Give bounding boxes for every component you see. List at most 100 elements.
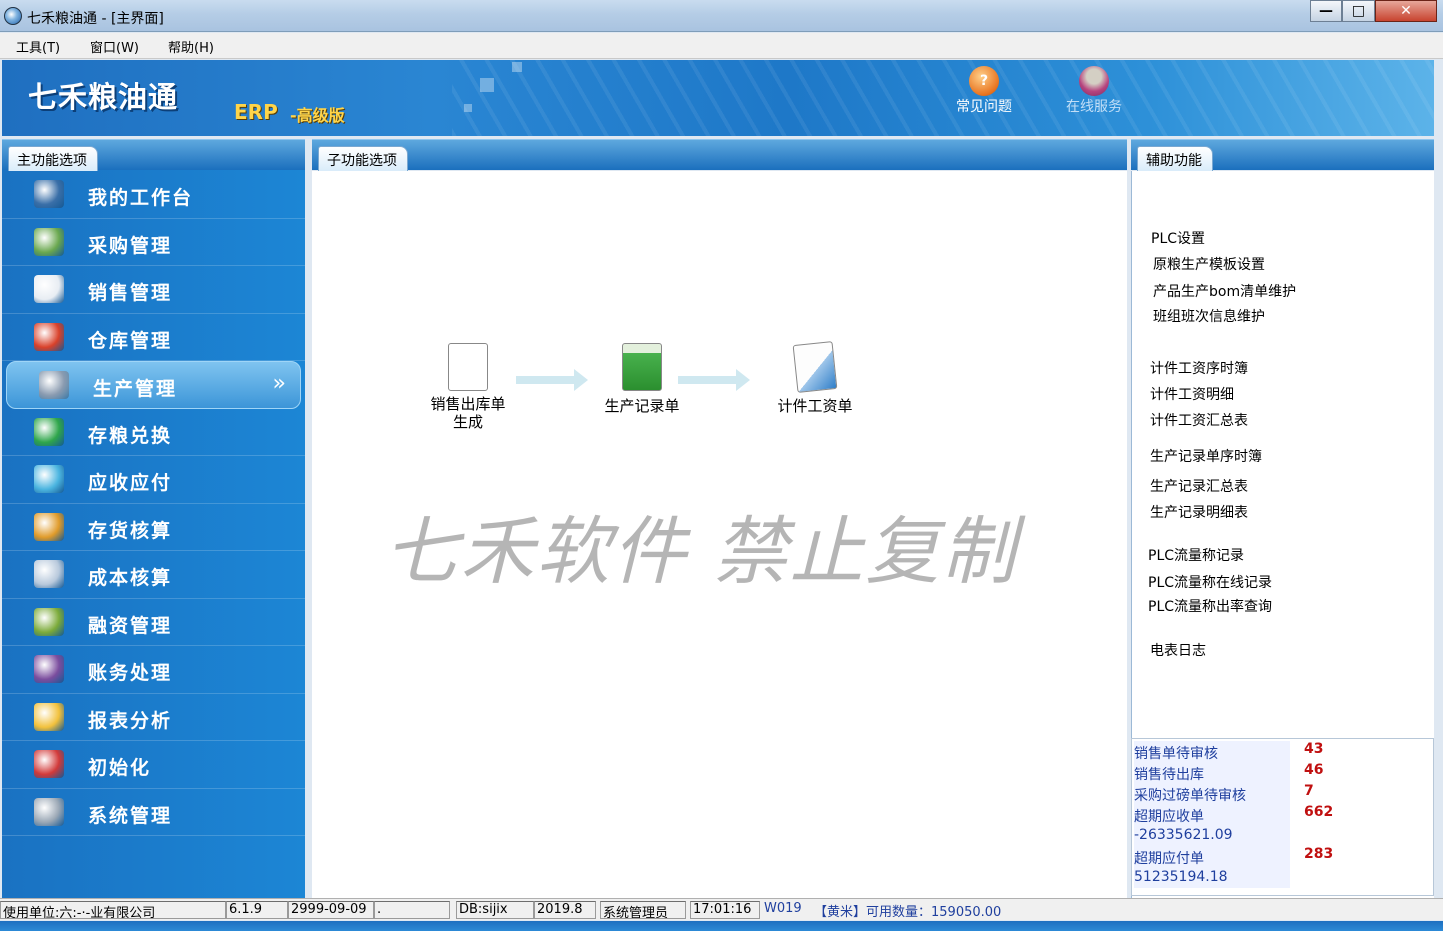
- house-icon: [34, 322, 64, 351]
- stat-label: 51235194.18: [1134, 867, 1290, 888]
- flow-arrow-icon: [678, 369, 750, 391]
- nav-item[interactable]: 账务处理: [2, 646, 305, 694]
- online-service-button[interactable]: 在线服务: [1056, 66, 1132, 116]
- flow-node-sales-outbound[interactable]: 销售出库单 生成: [422, 343, 514, 431]
- green-sheet-icon: [622, 343, 662, 391]
- aux-link[interactable]: PLC流量称记录: [1148, 545, 1244, 565]
- nav-item-label: 存货核算: [88, 519, 173, 542]
- menu-tools[interactable]: 工具(T): [14, 36, 62, 57]
- pending-stats-panel: 销售单待审核 43 销售待出库 46 采购过磅单待审核 7 超期应收单 662 -2633562…: [1131, 738, 1434, 896]
- nav-item[interactable]: 销售管理: [2, 266, 305, 314]
- nav-item-label: 账务处理: [88, 662, 173, 684]
- aux-link[interactable]: 生产记录汇总表: [1150, 476, 1248, 496]
- stat-label: 销售单待审核: [1134, 741, 1290, 762]
- sub-function-tab[interactable]: 子功能选项: [318, 146, 408, 171]
- main-function-header: 主功能选项: [2, 139, 305, 171]
- nav-item[interactable]: 报表分析: [2, 694, 305, 741]
- flow-node-piece-wage[interactable]: 计件工资单: [772, 341, 858, 416]
- banner-decoration: [452, 60, 1434, 136]
- flask-icon: [34, 465, 64, 493]
- status-date: 2999-09-09: [288, 901, 374, 919]
- status-db-version: 2019.8: [534, 901, 596, 919]
- product-logo: 七禾粮油通: [28, 80, 179, 114]
- exchange-arrows-icon: [34, 417, 64, 446]
- nav-item-label: 我的工作台: [88, 187, 194, 209]
- nav-item-label: 初始化: [88, 757, 152, 779]
- status-database: DB:sijix: [456, 901, 534, 919]
- status-unit: 使用单位:六:-·-业有限公司: [0, 901, 226, 919]
- nav-item-label: 销售管理: [88, 282, 173, 304]
- nav-item-label: 融资管理: [88, 614, 173, 637]
- window-title: 七禾粮油通 - [主界面]: [27, 11, 164, 27]
- aux-link[interactable]: PLC流量称出率查询: [1148, 596, 1272, 616]
- status-code: W019: [764, 901, 802, 916]
- nav-item[interactable]: 存货核算: [2, 504, 305, 551]
- aux-link[interactable]: PLC流量称在线记录: [1148, 572, 1272, 592]
- aux-link[interactable]: 计件工资汇总表: [1150, 410, 1248, 430]
- aux-link[interactable]: 计件工资序时簿: [1150, 358, 1248, 378]
- aux-link[interactable]: 生产记录明细表: [1150, 502, 1248, 522]
- flow-node-production-record[interactable]: 生产记录单: [597, 343, 687, 416]
- aux-link[interactable]: 生产记录单序时簿: [1150, 446, 1262, 466]
- aux-link[interactable]: 产品生产bom清单维护: [1153, 281, 1296, 301]
- aux-function-header: 辅助功能: [1131, 139, 1434, 171]
- nav-item[interactable]: 采购管理: [2, 219, 305, 266]
- nav-item-label: 系统管理: [88, 804, 173, 827]
- stat-value: 7: [1304, 783, 1314, 799]
- stat-label: 超期应付单: [1134, 846, 1290, 867]
- faq-label: 常见问题: [956, 99, 1012, 115]
- ledger-icon: [34, 655, 64, 683]
- aux-link[interactable]: 电表日志: [1150, 640, 1206, 660]
- nav-item[interactable]: 我的工作台: [2, 171, 305, 219]
- status-version: 6.1.9: [226, 901, 288, 919]
- tools-icon: [34, 797, 64, 826]
- aux-link[interactable]: PLC设置: [1151, 228, 1205, 248]
- close-button[interactable]: ✕: [1375, 0, 1437, 22]
- bar-chart-icon: [34, 512, 64, 541]
- nav-item-label: 仓库管理: [88, 329, 173, 352]
- sub-function-header: 子功能选项: [312, 139, 1127, 171]
- customer-service-icon: [1079, 66, 1109, 96]
- aux-link[interactable]: 班组班次信息维护: [1153, 306, 1265, 326]
- truck-icon: [34, 227, 64, 256]
- flow-node-label: 生产记录单: [604, 397, 680, 415]
- nav-item[interactable]: 应收应付: [2, 456, 305, 504]
- faq-button[interactable]: ? 常见问题: [946, 66, 1022, 116]
- watermark-text: 七禾软件 禁止复制: [384, 509, 1018, 595]
- factory-icon: [39, 371, 69, 399]
- product-erp-label: ERP: [234, 100, 278, 124]
- main-nav: 我的工作台采购管理销售管理仓库管理生产管理 » 存粮兑换应收应付存货核算成本核算融资…: [2, 171, 305, 836]
- flow-arrow-icon: [516, 369, 588, 391]
- stat-value: 43: [1304, 741, 1324, 757]
- maximize-button[interactable]: □: [1342, 0, 1375, 22]
- nav-item-label: 应收应付: [88, 472, 173, 494]
- nav-item[interactable]: 成本核算: [2, 551, 305, 599]
- app-logo-icon: [4, 7, 22, 25]
- nav-item[interactable]: 初始化: [2, 741, 305, 789]
- nav-item[interactable]: 生产管理 »: [6, 361, 301, 409]
- aux-link[interactable]: 计件工资明细: [1150, 384, 1234, 404]
- nav-item[interactable]: 存粮兑换: [2, 409, 305, 456]
- report-icon: [34, 702, 64, 731]
- document-pen-icon: [792, 341, 838, 393]
- app-window: 七禾粮油通 - [主界面] — □ ✕ 工具(T) 窗口(W) 帮助(H) 七禾…: [0, 0, 1443, 931]
- nav-item[interactable]: 融资管理: [2, 599, 305, 646]
- stat-label: 销售待出库: [1134, 762, 1290, 783]
- menu-help[interactable]: 帮助(H): [166, 36, 216, 57]
- flow-node-label: 销售出库单 生成: [430, 395, 506, 431]
- product-edition-label: -高级版: [290, 106, 345, 125]
- calculator-icon: [34, 560, 64, 588]
- stat-value: 46: [1304, 762, 1324, 778]
- nav-item[interactable]: 系统管理: [2, 789, 305, 836]
- question-icon: ?: [969, 66, 999, 96]
- main-function-tab[interactable]: 主功能选项: [8, 146, 98, 171]
- aux-function-tab[interactable]: 辅助功能: [1137, 146, 1213, 171]
- minimize-button[interactable]: —: [1310, 0, 1342, 22]
- menu-window[interactable]: 窗口(W): [88, 36, 141, 57]
- banner-square-decoration: [464, 104, 472, 112]
- status-blank: .: [374, 901, 450, 919]
- aux-link[interactable]: 原粮生产模板设置: [1153, 254, 1265, 274]
- status-bar: 使用单位:六:-·-业有限公司 6.1.9 2999-09-09 . DB:si…: [0, 898, 1443, 920]
- money-icon: [34, 607, 64, 636]
- nav-item[interactable]: 仓库管理: [2, 314, 305, 361]
